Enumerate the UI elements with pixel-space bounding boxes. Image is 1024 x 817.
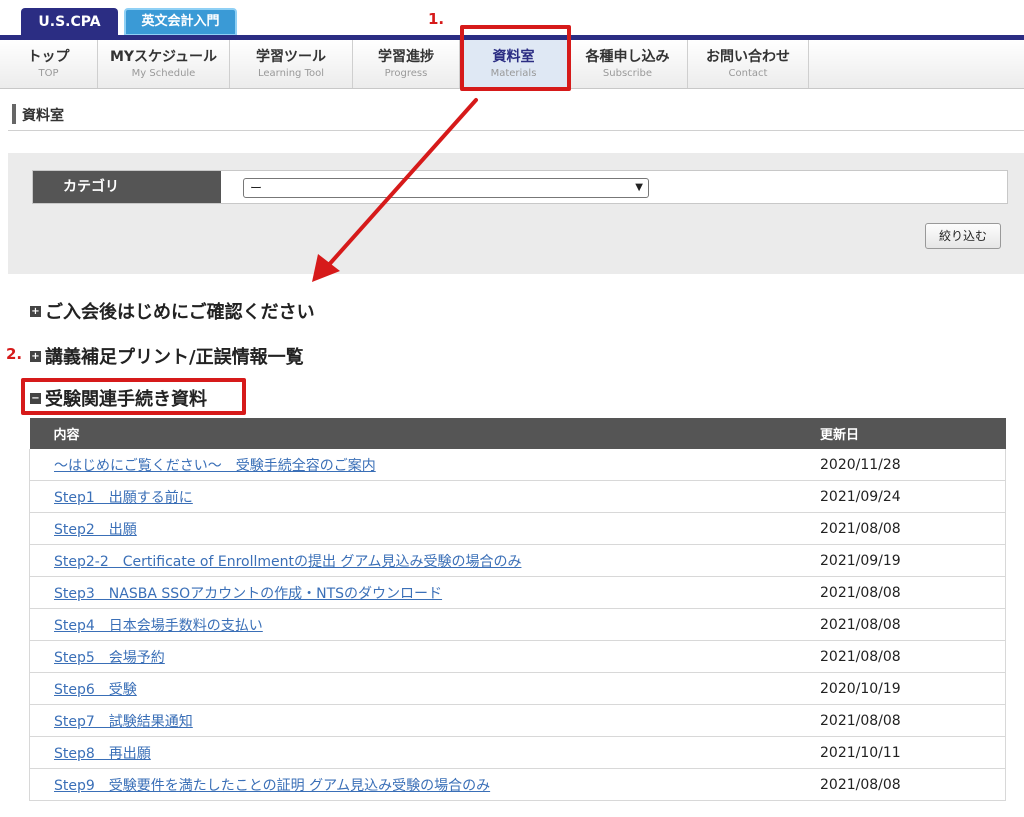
annotation-arrow	[312, 98, 478, 282]
